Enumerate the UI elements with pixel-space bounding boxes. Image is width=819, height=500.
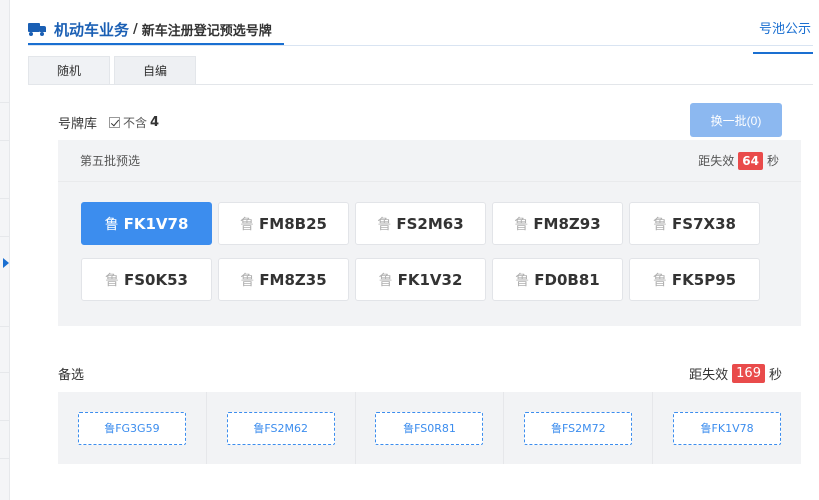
countdown-badge: 169	[732, 363, 765, 383]
sidebar-divider	[0, 326, 10, 327]
backup-cell: 鲁FS0R81	[356, 392, 505, 464]
province-prefix: 鲁	[378, 272, 393, 289]
breadcrumb-separator: /	[133, 21, 138, 37]
sidebar-divider	[0, 372, 10, 373]
breadcrumb-root[interactable]: 机动车业务	[54, 19, 129, 40]
sidebar-divider	[0, 102, 10, 103]
plate-option[interactable]: 鲁 FS7X38	[629, 202, 760, 245]
province-prefix: 鲁	[652, 272, 667, 289]
batch-title: 第五批预选	[80, 154, 141, 168]
plate-number: FM8B25	[259, 214, 327, 233]
plate-number: FM8Z93	[533, 214, 601, 233]
left-sidebar-strip	[0, 0, 10, 500]
countdown-suffix: 秒	[768, 367, 782, 383]
province-prefix: 鲁	[240, 216, 255, 233]
plate-option[interactable]: 鲁 FS0K53	[81, 258, 212, 301]
plate-option[interactable]: 鲁 FM8B25	[218, 202, 349, 245]
plate-number: FD0B81	[534, 270, 600, 289]
tabs-divider	[28, 84, 813, 85]
countdown-badge: 64	[738, 151, 763, 170]
plate-option[interactable]: 鲁 FS2M63	[355, 202, 486, 245]
plate-grid: 鲁 FK1V78 鲁 FM8B25 鲁 FS2M63 鲁 FM8Z93 鲁 FS7X38 …	[81, 202, 760, 301]
batch-header: 第五批预选 距失效 64 秒	[58, 140, 801, 182]
plate-option[interactable]: 鲁 FD0B81	[492, 258, 623, 301]
plate-option[interactable]: 鲁 FM8Z93	[492, 202, 623, 245]
backup-plate-option[interactable]: 鲁FS0R81	[375, 411, 484, 445]
backup-cell: 鲁FS2M72	[504, 392, 654, 464]
province-prefix: 鲁	[104, 216, 119, 233]
province-prefix: 鲁	[377, 216, 392, 233]
backup-plate-option[interactable]: 鲁FK1V78	[673, 411, 782, 445]
sidebar-divider	[0, 140, 10, 141]
province-prefix: 鲁	[514, 216, 529, 233]
sidebar-divider	[0, 198, 10, 199]
pool-link-underline	[753, 52, 813, 54]
province-prefix: 鲁	[240, 272, 255, 289]
plate-pool-link[interactable]: 号池公示	[759, 18, 811, 37]
province-prefix: 鲁	[515, 272, 530, 289]
page-header: 机动车业务 / 新车注册登记预选号牌	[28, 14, 272, 44]
sidebar-divider	[0, 236, 10, 237]
plate-number: FK1V78	[123, 214, 189, 233]
backup-countdown: 距失效 169 秒	[689, 363, 782, 383]
mode-tabs: 随机 自编	[28, 56, 200, 84]
province-prefix: 鲁	[105, 272, 119, 289]
backup-plate-option[interactable]: 鲁FS2M72	[524, 411, 633, 445]
page-title: 新车注册登记预选号牌	[141, 23, 272, 39]
tab-custom[interactable]: 自编	[114, 56, 196, 84]
sidebar-divider	[0, 420, 10, 421]
plate-number: FS0K53	[124, 270, 188, 289]
tab-random[interactable]: 随机	[28, 56, 110, 84]
backup-row: 备选 距失效 169 秒	[58, 361, 782, 385]
backup-plate-option[interactable]: 鲁FS2M62	[226, 411, 335, 445]
countdown-prefix: 距失效	[698, 154, 735, 168]
sidebar-expand-arrow-icon[interactable]	[3, 258, 9, 268]
header-divider	[28, 45, 813, 46]
province-prefix: 鲁	[653, 216, 668, 233]
refresh-batch-button[interactable]: 换一批(0)	[690, 103, 782, 137]
plate-number: FM8Z35	[259, 270, 327, 289]
countdown-prefix: 距失效	[689, 367, 729, 383]
backup-panel: 鲁FG3G59 鲁FS2M62 鲁FS0R81 鲁FS2M72 鲁FK1V78	[58, 392, 801, 464]
exclude-label: 不含	[123, 115, 148, 130]
backup-cell: 鲁FK1V78	[653, 392, 801, 464]
backup-cell: 鲁FS2M62	[207, 392, 356, 464]
countdown-suffix: 秒	[766, 154, 779, 168]
exclude-four-checkbox[interactable]	[109, 116, 121, 128]
plate-option[interactable]: 鲁 FM8Z35	[218, 258, 349, 301]
exclude-digit: 4	[150, 114, 160, 130]
batch-panel: 第五批预选 距失效 64 秒 鲁 FK1V78 鲁 FM8B25 鲁 FS2M63 鲁…	[58, 140, 801, 326]
sidebar-divider	[0, 458, 10, 459]
backup-plate-option[interactable]: 鲁FG3G59	[77, 411, 186, 445]
plate-library-row: 号牌库 不含 4 换一批(0)	[58, 103, 782, 137]
plate-number: FS2M63	[396, 214, 464, 233]
truck-icon	[28, 22, 46, 36]
backup-cell: 鲁FG3G59	[58, 392, 207, 464]
plate-number: FK1V32	[397, 270, 463, 289]
plate-option[interactable]: 鲁 FK1V78	[81, 202, 212, 245]
plate-number: FK5P95	[671, 270, 737, 289]
plate-library-label: 号牌库	[58, 116, 98, 132]
plate-option[interactable]: 鲁 FK1V32	[355, 258, 486, 301]
plate-option[interactable]: 鲁 FK5P95	[629, 258, 760, 301]
backup-label: 备选	[58, 367, 85, 383]
plate-number: FS7X38	[672, 214, 736, 233]
batch-countdown: 距失效 64 秒	[698, 151, 779, 170]
